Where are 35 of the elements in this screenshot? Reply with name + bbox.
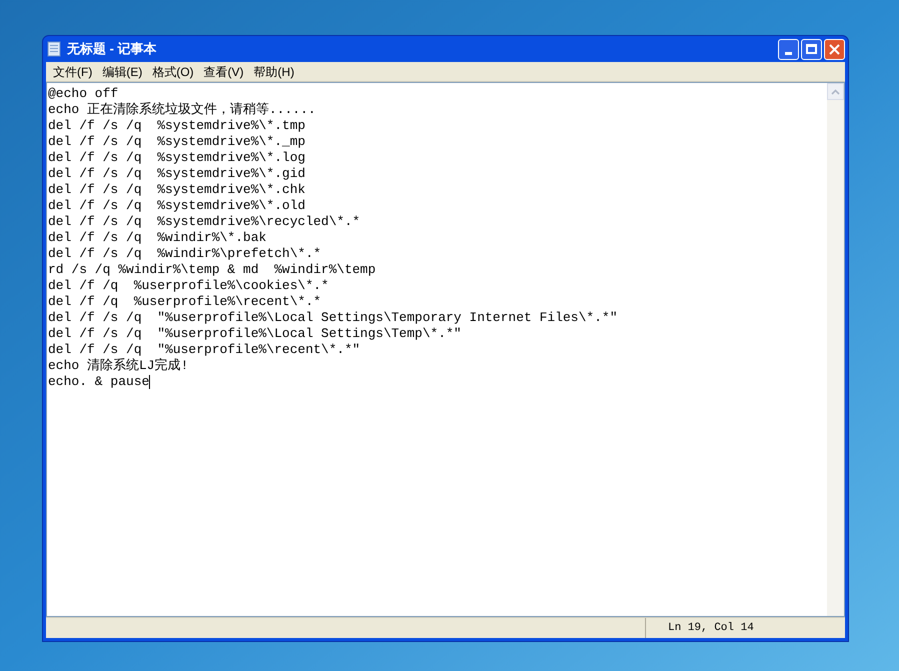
minimize-button[interactable] — [778, 38, 799, 60]
minimize-icon — [785, 52, 792, 54]
code-line: del /f /s /q %systemdrive%\*.tmp — [48, 118, 306, 134]
code-line: del /f /s /q %windir%\prefetch\*.* — [48, 246, 322, 262]
code-line: rd /s /q %windir%\temp & md %windir%\temp — [48, 262, 376, 278]
code-line: del /f /s /q %systemdrive%\*.gid — [48, 166, 306, 182]
menu-item[interactable]: 帮助(H) — [248, 62, 300, 80]
code-line: del /f /s /q %windir%\*.bak — [48, 230, 266, 246]
code-line: del /f /s /q %systemdrive%\recycled\*.* — [48, 214, 360, 230]
code-line: echo 清除系统LJ完成! — [48, 358, 188, 374]
maximize-button[interactable] — [801, 38, 822, 60]
menu-item[interactable]: 查看(V) — [198, 62, 249, 80]
window-title: 无标题 - 记事本 — [67, 40, 157, 58]
code-line: del /f /s /q "%userprofile%\recent\*.*" — [48, 342, 360, 358]
text-cursor — [149, 375, 150, 389]
vertical-scrollbar[interactable] — [827, 83, 844, 616]
cursor-position: Ln 19, Col 14 — [668, 620, 754, 636]
code-line: echo. & pause — [48, 374, 150, 390]
menu-item[interactable]: 编辑(E) — [97, 62, 148, 80]
menu-item[interactable]: 文件(F) — [48, 62, 98, 80]
code-line: echo 正在清除系统垃圾文件，请稍等...... — [48, 102, 316, 118]
code-line: del /f /s /q %systemdrive%\*.chk — [48, 182, 306, 198]
close-button[interactable] — [824, 38, 845, 60]
close-icon — [829, 44, 840, 54]
code-line: @echo off — [48, 86, 118, 102]
code-line: del /f /q %userprofile%\cookies\*.* — [48, 278, 329, 294]
code-line: del /f /s /q %systemdrive%\*._mp — [48, 134, 306, 150]
code-line: del /f /q %userprofile%\recent\*.* — [48, 294, 322, 310]
menu-item[interactable]: 格式(O) — [147, 62, 199, 80]
code-line: del /f /s /q %systemdrive%\*.old — [48, 198, 306, 214]
maximize-icon — [806, 44, 817, 54]
code-line: del /f /s /q "%userprofile%\Local Settings\Temp\*.*" — [48, 326, 462, 342]
code-line: del /f /s /q %systemdrive%\*.log — [48, 150, 306, 166]
notepad-icon — [47, 41, 61, 57]
code-line: del /f /s /q "%userprofile%\Local Settings\Temporary Internet Files\*.*" — [48, 310, 618, 326]
